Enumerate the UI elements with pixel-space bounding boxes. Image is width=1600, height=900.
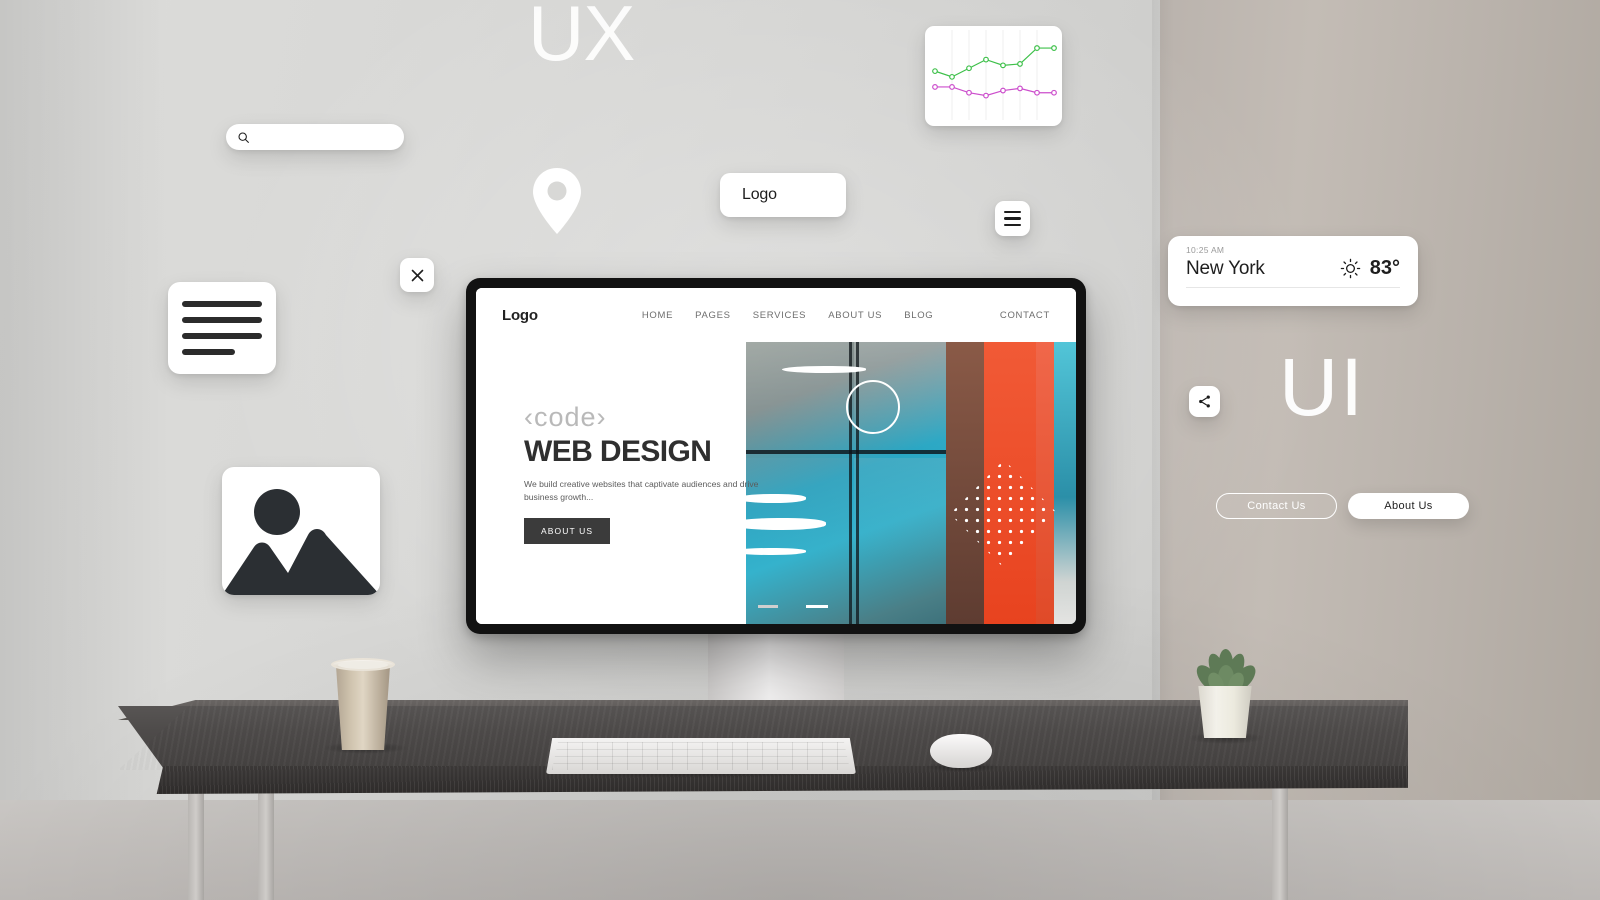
play-circle-icon[interactable] — [846, 380, 900, 434]
glass-mullion — [849, 342, 852, 624]
nav-item-pages[interactable]: PAGES — [695, 310, 731, 321]
nav-item-home[interactable]: HOME — [642, 310, 673, 321]
text-line — [182, 301, 262, 307]
text-line — [182, 349, 235, 355]
monitor-stand-neck — [708, 630, 844, 712]
desk-leg — [188, 790, 204, 900]
website-preview: Logo HOME PAGES SERVICES ABOUT US BLOG C… — [476, 288, 1076, 624]
keyboard-keys — [552, 742, 850, 770]
hamburger-icon — [1004, 217, 1021, 220]
hamburger-menu-button[interactable] — [995, 201, 1030, 236]
glass-pane — [854, 458, 950, 558]
map-pin-button[interactable] — [529, 166, 585, 236]
hero-title: WEB DESIGN — [524, 435, 712, 468]
text-line — [182, 317, 262, 323]
weather-city: New York — [1186, 257, 1265, 279]
weather-time: 10:25 AM — [1186, 245, 1225, 255]
plant-pot — [1198, 686, 1252, 738]
website-navbar: Logo HOME PAGES SERVICES ABOUT US BLOG C… — [476, 288, 1076, 342]
weather-widget[interactable]: 10:25 AM New York 83° — [1168, 236, 1418, 306]
desk-leg — [1272, 786, 1288, 900]
hero-subtitle: We build creative websites that captivat… — [524, 479, 759, 503]
line-chart — [932, 30, 1057, 120]
logo-badge-label: Logo — [742, 186, 777, 203]
share-icon — [1199, 395, 1210, 408]
coffee-cup — [335, 662, 391, 750]
close-icon — [411, 269, 423, 281]
hero-copy: ‹code› WEB DESIGN We build creative webs… — [524, 402, 814, 544]
desktop-monitor: Logo HOME PAGES SERVICES ABOUT US BLOG C… — [466, 278, 1086, 634]
desk-scene: Logo HOME PAGES SERVICES ABOUT US BLOG C… — [0, 0, 1600, 900]
share-button[interactable] — [1189, 386, 1220, 417]
map-pin-icon — [533, 168, 581, 234]
image-placeholder-icon — [222, 529, 380, 595]
hamburger-icon — [1004, 210, 1021, 214]
search-input[interactable] — [226, 124, 404, 150]
close-button[interactable] — [400, 258, 434, 292]
nav-item-blog[interactable]: BLOG — [904, 310, 933, 321]
text-lines-card — [168, 282, 276, 374]
weather-divider — [1186, 287, 1400, 288]
website-nav-menu: HOME PAGES SERVICES ABOUT US BLOG — [642, 310, 934, 321]
big-word-ui: UI — [1279, 342, 1365, 433]
desk-leg — [258, 790, 274, 900]
hero-about-us-button[interactable]: ABOUT US — [524, 517, 611, 544]
website-logo[interactable]: Logo — [502, 307, 538, 324]
sun-icon — [1340, 258, 1361, 279]
nav-item-about-us[interactable]: ABOUT US — [828, 310, 882, 321]
weather-conditions: 83° — [1340, 257, 1400, 280]
mouse[interactable] — [930, 734, 992, 768]
image-placeholder-card — [222, 467, 380, 595]
hamburger-icon — [1004, 223, 1021, 227]
slider-dot-active[interactable] — [806, 605, 828, 608]
nav-item-contact[interactable]: CONTACT — [1000, 310, 1050, 321]
coffee-cup-inner — [338, 661, 388, 669]
brush-stroke — [782, 366, 866, 373]
weather-row: New York 83° — [1186, 257, 1400, 280]
slider-dot[interactable] — [758, 605, 778, 608]
weather-temperature: 83° — [1369, 257, 1400, 279]
search-icon — [238, 131, 249, 143]
blue-panel — [1054, 342, 1076, 624]
contact-us-button[interactable]: Contact Us — [1216, 493, 1337, 519]
about-us-button[interactable]: About Us — [1348, 493, 1469, 519]
chart-card — [925, 26, 1062, 126]
logo-badge[interactable]: Logo — [720, 173, 846, 217]
big-word-ux: UX — [528, 0, 635, 77]
brush-stroke — [746, 548, 806, 555]
text-line — [182, 333, 262, 339]
nav-item-services[interactable]: SERVICES — [753, 310, 806, 321]
monitor-screen: Logo HOME PAGES SERVICES ABOUT US BLOG C… — [476, 288, 1076, 624]
hero-eyebrow: ‹code› — [524, 402, 607, 432]
website-hero-section: ‹code› WEB DESIGN We build creative webs… — [476, 342, 1076, 624]
